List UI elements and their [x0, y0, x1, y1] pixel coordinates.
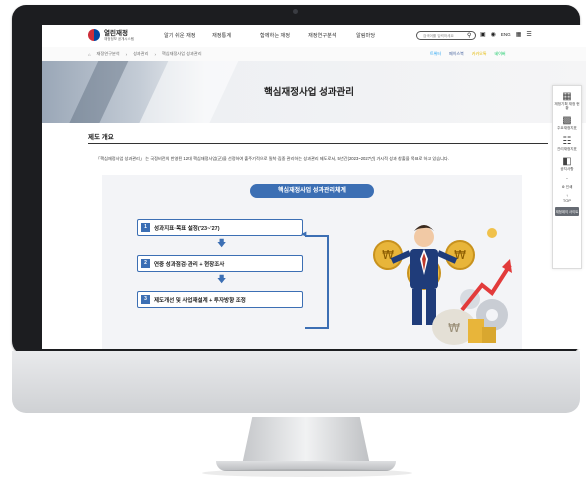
search-icon[interactable]: ⚲ [467, 33, 471, 39]
nav-item-research[interactable]: 재정연구분석 [308, 32, 356, 39]
page-title: 핵심재정사업 성과관리 [264, 87, 355, 98]
step-number: 1 [141, 223, 150, 232]
nav-item-notice[interactable]: 알림마당 [356, 32, 404, 39]
monitor-stand-neck [242, 417, 370, 465]
breadcrumb-bar: ⌂ 재정연구분석 › 성과관리 › 핵심재정사업 성과관리 트위터 페이스북 카… [42, 47, 586, 62]
svg-text:₩: ₩ [448, 321, 460, 335]
step-number: 2 [141, 259, 150, 268]
breadcrumb-item-research[interactable]: 재정연구분석 [97, 51, 120, 57]
print-button[interactable]: ⚙ 인쇄 [553, 185, 581, 189]
quick-menu: ▦ 재정기획 재정 현황 ▩ 주요재정지표 ☷ 관리재정지표 ◧ 공지사항 ⌄ … [552, 85, 582, 269]
banner-decoration [131, 61, 243, 123]
grid-icon: ☷ [562, 135, 572, 147]
page-banner: 핵심재정사업 성과관리 [42, 61, 586, 123]
logo-title: 열린재정 [104, 29, 128, 37]
quick-menu-label: 공지사항 [560, 166, 574, 171]
quick-menu-label: 주요재정지표 [557, 126, 577, 131]
diagram-step-2: 2 연중 성과점검·관리 + 현장조사 [137, 255, 303, 272]
stand-shadow [202, 469, 412, 477]
language-button[interactable]: ENG [501, 32, 511, 37]
diagram-title: 핵심재정사업 성과관리체계 [250, 184, 374, 198]
naver-share-link[interactable]: 네이버 [495, 51, 506, 57]
section-divider [88, 143, 548, 144]
intro-text: 「핵심재정사업 성과관리」 는 국정비전의 반영된 12대 핵심재정사업(군)을… [96, 156, 449, 161]
quick-menu-label: 재정기획 재정 현황 [554, 102, 580, 111]
camera-dot [293, 9, 298, 14]
feedback-loop-arrow [305, 235, 329, 329]
breadcrumb-item-performance[interactable]: 성과관리 [133, 51, 148, 57]
menu-icon[interactable]: ☰ [526, 31, 531, 38]
monitor: 열린재정 재정정보 공개시스템 알기 쉬운 재정 재정통계 함께하는 재정 재정… [12, 5, 586, 477]
breadcrumb-item-current: 핵심재정사업 성과관리 [161, 51, 202, 56]
step-number: 3 [141, 295, 150, 304]
nav-item-easy-finance[interactable]: 알기 쉬운 재정 [164, 32, 212, 39]
breadcrumb: ⌂ 재정연구분석 › 성과관리 › 핵심재정사업 성과관리 [88, 51, 202, 57]
sns-share: 트위터 페이스북 카카오톡 네이버 [430, 51, 506, 57]
chevron-down-icon[interactable]: ⌄ [553, 176, 581, 180]
person-icon [390, 225, 458, 325]
banner-decoration [61, 61, 133, 123]
site-logo[interactable]: 열린재정 재정정보 공개시스템 [88, 29, 134, 41]
search-placeholder: 검색어를 입력하세요 [423, 34, 454, 38]
nav-item-together[interactable]: 함께하는 재정 [260, 32, 308, 39]
nav-item-statistics[interactable]: 재정통계 [212, 32, 260, 39]
step-label: 제도개선 및 사업재설계 + 투자방향 조정 [154, 298, 246, 304]
kakao-share-link[interactable]: 카카오톡 [472, 51, 487, 57]
top-button[interactable]: ↑ TOP [553, 193, 581, 203]
globe-icon[interactable]: ◉ [491, 31, 496, 38]
quick-menu-item-notice[interactable]: ◧ 공지사항 [553, 156, 581, 171]
header-tools: ▣ ◉ ENG ▦ ☰ [480, 31, 532, 38]
screen: 열린재정 재정정보 공개시스템 알기 쉬운 재정 재정통계 함께하는 재정 재정… [42, 25, 586, 349]
megaphone-icon: ◧ [562, 155, 572, 167]
arrow-left-icon: ◀ [301, 231, 307, 238]
logo-subtitle: 재정정보 공개시스템 [104, 36, 134, 41]
budget-icon: ▦ [562, 91, 572, 102]
diagram-step-1: 1 성과지표·목표 설정('23~'27) [137, 219, 303, 236]
quick-menu-item-management[interactable]: ☷ 관리재정지표 [553, 136, 581, 151]
businessman-illustration: ₩ ₩ ₩ [373, 225, 512, 345]
top-label: TOP [562, 198, 572, 204]
diagram-step-3: 3 제도개선 및 사업재설계 + 투자방향 조정 [137, 291, 303, 308]
search-input[interactable]: 검색어를 입력하세요 ⚲ [416, 31, 476, 40]
chart-icon: ▩ [562, 115, 572, 127]
arrow-down-icon: 🡇 [217, 274, 227, 284]
home-icon[interactable]: ⌂ [88, 52, 91, 57]
monitor-chin [12, 351, 580, 413]
quick-menu-item-budget[interactable]: ▦ 재정기획 재정 현황 [553, 91, 581, 110]
gear-icon: ⚙ [561, 185, 565, 190]
quick-menu-label: 관리재정지표 [557, 146, 577, 151]
step-label: 성과지표·목표 설정('23~'27) [154, 226, 220, 232]
external-site-button[interactable]: 재정데이 사이트 [555, 207, 579, 217]
section-title: 제도 개요 [88, 134, 114, 141]
arrow-down-icon: 🡇 [217, 238, 227, 248]
quick-menu-item-indicators[interactable]: ▩ 주요재정지표 [553, 115, 581, 130]
step-label: 연중 성과점검·관리 + 현장조사 [154, 262, 225, 268]
facebook-share-link[interactable]: 페이스북 [449, 51, 464, 57]
chevron-right-icon: › [154, 51, 156, 57]
twitter-share-link[interactable]: 트위터 [430, 51, 441, 57]
document-icon[interactable]: ▣ [480, 31, 486, 38]
main-menu: 알기 쉬운 재정 재정통계 함께하는 재정 재정연구분석 알림마당 [164, 32, 404, 39]
government-emblem-icon [88, 29, 100, 41]
top-navigation: 열린재정 재정정보 공개시스템 알기 쉬운 재정 재정통계 함께하는 재정 재정… [42, 25, 586, 48]
chevron-right-icon: › [125, 51, 128, 57]
performance-diagram: 핵심재정사업 성과관리체계 1 성과지표·목표 설정('23~'27) 🡇 2 … [102, 175, 522, 349]
print-label: 인쇄 [565, 185, 573, 190]
calendar-icon[interactable]: ▦ [516, 31, 522, 38]
